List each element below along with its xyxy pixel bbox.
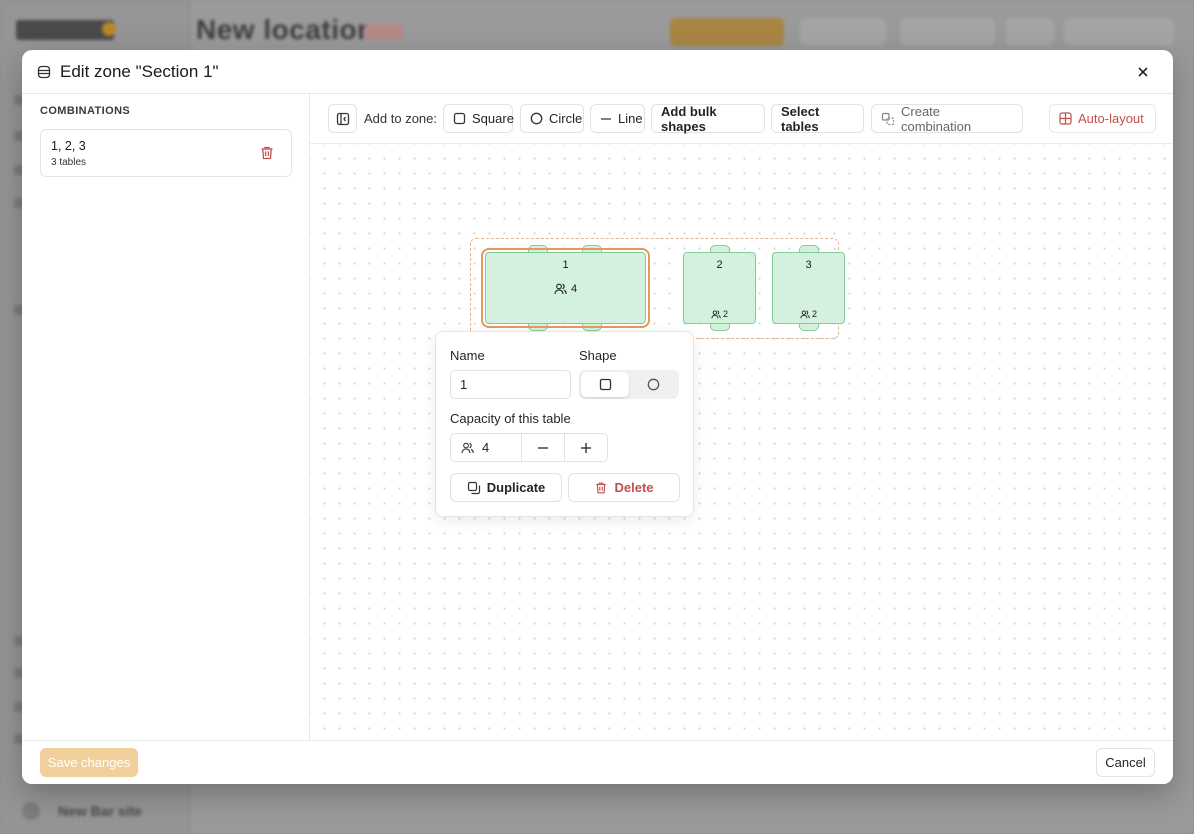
capacity-value[interactable]: 4 bbox=[451, 434, 522, 461]
edit-zone-modal: Edit zone "Section 1" COMBINATIONS 1, 2,… bbox=[22, 50, 1173, 784]
shape-label: Shape bbox=[579, 348, 617, 363]
trash-icon[interactable] bbox=[259, 145, 275, 161]
add-circle-button[interactable]: Circle bbox=[520, 104, 584, 133]
background-logo bbox=[16, 20, 116, 40]
line-label: Line bbox=[618, 111, 643, 126]
square-icon bbox=[599, 378, 612, 391]
table-1[interactable]: 1 4 bbox=[481, 248, 650, 328]
close-icon[interactable] bbox=[1133, 62, 1153, 82]
decrease-capacity-button[interactable] bbox=[522, 434, 564, 461]
table-name: 2 bbox=[716, 259, 723, 271]
background-button bbox=[900, 18, 995, 46]
table-3[interactable]: 3 2 bbox=[772, 252, 845, 324]
capacity-label: Capacity of this table bbox=[450, 411, 571, 426]
circle-icon bbox=[530, 112, 543, 125]
increase-capacity-button[interactable] bbox=[564, 434, 607, 461]
people-icon bbox=[554, 283, 567, 295]
add-square-button[interactable]: Square bbox=[443, 104, 514, 133]
capacity-stepper: 4 bbox=[450, 433, 608, 462]
delete-table-button[interactable]: Delete bbox=[568, 473, 680, 502]
add-bulk-shapes-button[interactable]: Add bulk shapes bbox=[651, 104, 765, 134]
square-icon bbox=[453, 112, 466, 125]
background-button bbox=[1064, 18, 1174, 46]
floor-canvas[interactable]: 1 4 2 2 3 2 Name Shape 1 Capacity of thi… bbox=[310, 144, 1173, 740]
table-name: 3 bbox=[805, 259, 812, 271]
line-icon bbox=[600, 113, 612, 125]
layout-icon bbox=[1059, 112, 1072, 125]
background-button bbox=[1006, 18, 1054, 46]
combination-table-count: 3 tables bbox=[51, 157, 87, 168]
save-changes-button[interactable]: Save changes bbox=[40, 748, 138, 777]
shape-circle-option[interactable] bbox=[629, 372, 677, 397]
create-combination-label: Create combination bbox=[901, 103, 972, 134]
add-line-button[interactable]: Line bbox=[590, 104, 645, 133]
cancel-button[interactable]: Cancel bbox=[1096, 748, 1155, 777]
zone-icon bbox=[36, 64, 52, 80]
editor-toolbar: Add to zone: Square Circle Line Add bulk… bbox=[310, 94, 1173, 144]
background-page-title: New location bbox=[196, 14, 375, 45]
combination-name: 1, 2, 3 bbox=[51, 139, 86, 153]
create-combination-button[interactable]: Create combination bbox=[871, 103, 1023, 134]
shape-square-option[interactable] bbox=[581, 372, 629, 397]
zone-editor: Add to zone: Square Circle Line Add bulk… bbox=[310, 94, 1173, 740]
background-badge bbox=[365, 24, 403, 40]
name-label: Name bbox=[450, 348, 485, 363]
table-capacity: 4 bbox=[486, 283, 645, 295]
table-2[interactable]: 2 2 bbox=[683, 252, 756, 324]
shape-selector bbox=[579, 370, 679, 399]
modal-header: Edit zone "Section 1" bbox=[22, 50, 1173, 94]
table-name: 1 bbox=[562, 259, 569, 271]
duplicate-icon bbox=[467, 481, 481, 495]
combination-item[interactable]: 1, 2, 3 3 tables bbox=[40, 129, 292, 177]
duplicate-button[interactable]: Duplicate bbox=[450, 473, 562, 502]
modal-footer: Save changes Cancel bbox=[22, 740, 1173, 784]
chair bbox=[582, 324, 602, 331]
minus-icon bbox=[537, 442, 549, 454]
people-icon bbox=[711, 309, 721, 319]
combinations-panel: COMBINATIONS 1, 2, 3 3 tables bbox=[22, 94, 310, 740]
people-icon bbox=[800, 309, 810, 319]
chair bbox=[582, 245, 602, 252]
table-name-input[interactable]: 1 bbox=[450, 370, 571, 399]
circle-icon bbox=[647, 378, 660, 391]
chair bbox=[710, 324, 730, 331]
table-capacity: 2 bbox=[773, 309, 844, 319]
table-edit-popover: Name Shape 1 Capacity of this table 4 Du… bbox=[435, 331, 694, 517]
auto-layout-label: Auto-layout bbox=[1078, 111, 1144, 126]
chair bbox=[799, 245, 819, 252]
chair bbox=[528, 245, 548, 252]
background-avatar bbox=[22, 802, 40, 820]
combinations-heading: COMBINATIONS bbox=[40, 105, 131, 117]
background-footer-user: New Bar site bbox=[58, 803, 143, 819]
trash-icon bbox=[594, 481, 608, 495]
chair bbox=[799, 324, 819, 331]
add-to-zone-label: Add to zone: bbox=[364, 111, 437, 126]
chair bbox=[710, 245, 730, 252]
toggle-sidebar-button[interactable] bbox=[328, 104, 357, 133]
circle-label: Circle bbox=[549, 111, 583, 126]
people-icon bbox=[461, 442, 474, 454]
table-capacity: 2 bbox=[684, 309, 755, 319]
square-label: Square bbox=[472, 111, 514, 126]
background-button bbox=[800, 18, 886, 46]
modal-title: Edit zone "Section 1" bbox=[60, 61, 219, 81]
chair bbox=[528, 324, 548, 331]
auto-layout-button[interactable]: Auto-layout bbox=[1049, 104, 1156, 133]
select-tables-button[interactable]: Select tables bbox=[771, 104, 864, 134]
background-upgrade-button bbox=[670, 18, 784, 46]
plus-icon bbox=[580, 442, 592, 454]
combination-icon bbox=[881, 112, 895, 126]
sidebar-toggle-icon bbox=[336, 112, 350, 126]
